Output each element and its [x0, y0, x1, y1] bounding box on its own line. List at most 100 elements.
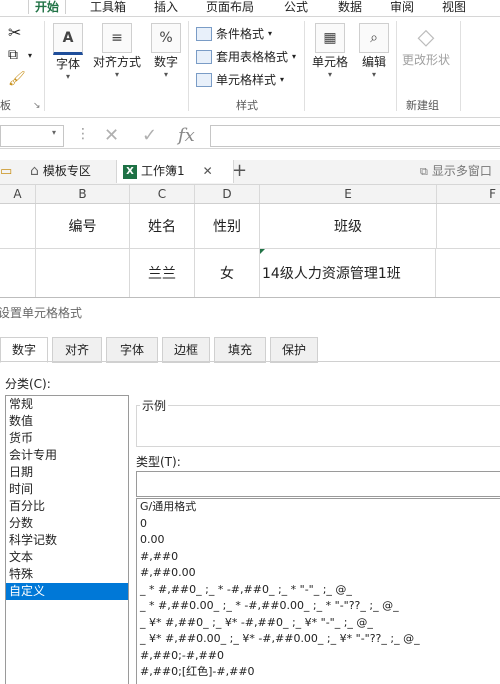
show-multi-window-button[interactable]: ⧉ 显示多窗口 [420, 160, 492, 183]
column-header[interactable]: F [437, 185, 500, 203]
cell[interactable] [437, 204, 500, 249]
tab-review[interactable]: 审阅 [390, 0, 414, 14]
tab-template-zone[interactable]: ⌂ 模板专区 [30, 160, 91, 183]
tab-formulas[interactable]: 公式 [284, 0, 308, 14]
tab-workbook1[interactable]: X 工作簿1 ✕ [116, 160, 234, 183]
tab-page-layout[interactable]: 页面布局 [206, 0, 254, 14]
comment-indicator [260, 249, 265, 254]
list-item[interactable]: 分数 [6, 515, 128, 532]
ribbon-body: ✂ ⧉ ▾ 🖌 板 ↘ A 字体 ▾ ≡ 对齐方式 ▾ % 数字 ▾ 条件格式 … [0, 17, 500, 118]
list-item[interactable]: 特殊 [6, 566, 128, 583]
tab-toolbox[interactable]: 工具箱 [90, 0, 126, 14]
change-shape-label: 更改形状 [401, 53, 450, 67]
table-format-icon [196, 49, 212, 64]
sample-box [136, 405, 500, 447]
list-item[interactable]: 科学记数 [6, 532, 128, 549]
cell[interactable]: 编号 [36, 204, 130, 249]
folder-icon[interactable]: ▭ [0, 164, 12, 179]
cell[interactable] [0, 204, 36, 249]
list-item[interactable]: 货币 [6, 430, 128, 447]
formula-input[interactable] [210, 125, 500, 147]
tab-number[interactable]: 数字 [0, 337, 48, 363]
format-item[interactable]: _ ¥* #,##0_ ;_ ¥* -#,##0_ ;_ ¥* "-"_ ;_ … [137, 615, 500, 632]
category-list[interactable]: 常规 数值 货币 会计专用 日期 时间 百分比 分数 科学记数 文本 特殊 自定… [5, 395, 129, 684]
table-format-button[interactable]: 套用表格格式 ▾ [196, 48, 296, 65]
tab-insert[interactable]: 插入 [154, 0, 178, 14]
alignment-button[interactable]: ≡ 对齐方式 ▾ [90, 23, 144, 80]
tab-protection[interactable]: 保护 [270, 337, 318, 363]
close-icon[interactable]: ✕ [203, 160, 213, 183]
cell[interactable]: 14级人力资源管理1班 [260, 249, 436, 297]
cell[interactable]: 女 [195, 249, 260, 297]
cell-style-button[interactable]: 单元格样式 ▾ [196, 71, 284, 88]
format-item[interactable]: 0 [137, 516, 500, 533]
list-item[interactable]: 会计专用 [6, 447, 128, 464]
cell[interactable]: 班级 [260, 204, 437, 249]
format-item[interactable]: #,##0 [137, 549, 500, 566]
cells-button[interactable]: ▦ 单元格 ▾ [308, 23, 352, 80]
tab-home[interactable]: 开始 [28, 0, 67, 14]
list-item[interactable]: 数值 [6, 413, 128, 430]
list-item-selected[interactable]: 自定义 [6, 583, 128, 600]
conditional-format-button[interactable]: 条件格式 ▾ [196, 25, 272, 42]
list-item[interactable]: 常规 [6, 396, 128, 413]
format-painter-icon[interactable]: 🖌 [8, 71, 26, 87]
column-header[interactable]: D [195, 185, 260, 203]
list-item[interactable]: 百分比 [6, 498, 128, 515]
clipboard-group-label: 板 [0, 99, 11, 112]
cell[interactable] [0, 249, 36, 297]
font-label: 字体 [55, 57, 80, 71]
add-tab-button[interactable]: + [232, 160, 247, 182]
workbook-tabs: ▭ ⌂ 模板专区 X 工作簿1 ✕ + ⧉ 显示多窗口 [0, 160, 500, 185]
cell[interactable]: 兰兰 [130, 249, 195, 297]
divider [396, 21, 397, 111]
format-item[interactable]: #,##0;[红色]-#,##0 [137, 664, 500, 681]
change-shape-button[interactable]: ◇ 更改形状 [400, 23, 452, 68]
column-header[interactable]: A [0, 185, 36, 203]
tab-font[interactable]: 字体 [106, 337, 158, 363]
format-item[interactable]: _ * #,##0.00_ ;_ * -#,##0.00_ ;_ * "-"??… [137, 598, 500, 615]
format-item[interactable]: _ * #,##0_ ;_ * -#,##0_ ;_ * "-"_ ;_ @_ [137, 582, 500, 599]
cell[interactable]: 姓名 [130, 204, 195, 249]
number-label: 数字 [153, 55, 178, 69]
cut-icon[interactable]: ✂ [8, 23, 21, 42]
cell[interactable]: 性别 [195, 204, 260, 249]
format-item[interactable]: #,##0;-#,##0 [137, 648, 500, 665]
number-button[interactable]: % 数字 ▾ [148, 23, 184, 80]
column-header[interactable]: C [130, 185, 195, 203]
edit-button[interactable]: ⌕ 编辑 ▾ [356, 23, 392, 80]
tab-view[interactable]: 视图 [442, 0, 466, 14]
format-item[interactable]: 0.00 [137, 532, 500, 549]
format-item[interactable]: G/通用格式 [137, 499, 500, 516]
sample-label: 示例 [140, 397, 169, 414]
column-header[interactable]: E [260, 185, 437, 203]
tab-border[interactable]: 边框 [162, 337, 210, 363]
list-item[interactable]: 时间 [6, 481, 128, 498]
list-item[interactable]: 文本 [6, 549, 128, 566]
divider [460, 21, 461, 111]
list-item[interactable]: 日期 [6, 464, 128, 481]
confirm-icon[interactable]: ✓ [142, 125, 157, 146]
name-box-dropdown-icon[interactable]: ▾ [52, 128, 56, 137]
tab-alignment[interactable]: 对齐 [52, 337, 102, 363]
new-group-label: 新建组 [406, 99, 439, 112]
tab-fill[interactable]: 填充 [214, 337, 266, 363]
cell[interactable] [437, 249, 500, 297]
shape-icon: ◇ [417, 24, 435, 50]
home-icon: ⌂ [30, 163, 39, 179]
format-item[interactable]: #,##0.00 [137, 565, 500, 582]
chevron-down-icon: ▾ [371, 70, 376, 79]
tab-data[interactable]: 数据 [338, 0, 362, 14]
column-header[interactable]: B [36, 185, 130, 203]
dialog-launcher-icon[interactable]: ↘ [33, 101, 41, 111]
format-item[interactable]: _ ¥* #,##0.00_ ;_ ¥* -#,##0.00_ ;_ ¥* "-… [137, 631, 500, 648]
copy-dropdown-icon[interactable]: ▾ [28, 51, 32, 60]
cell[interactable] [36, 249, 130, 297]
format-list[interactable]: G/通用格式 0 0.00 #,##0 #,##0.00 _ * #,##0_ … [136, 498, 500, 684]
font-button[interactable]: A 字体 ▾ [50, 23, 86, 82]
dialog-title: 设置单元格格式 [0, 306, 83, 320]
type-input[interactable] [136, 471, 500, 497]
insert-function-icon[interactable]: fx [178, 125, 195, 146]
cancel-icon[interactable]: ✕ [104, 125, 119, 146]
copy-icon[interactable]: ⧉ [8, 47, 18, 63]
